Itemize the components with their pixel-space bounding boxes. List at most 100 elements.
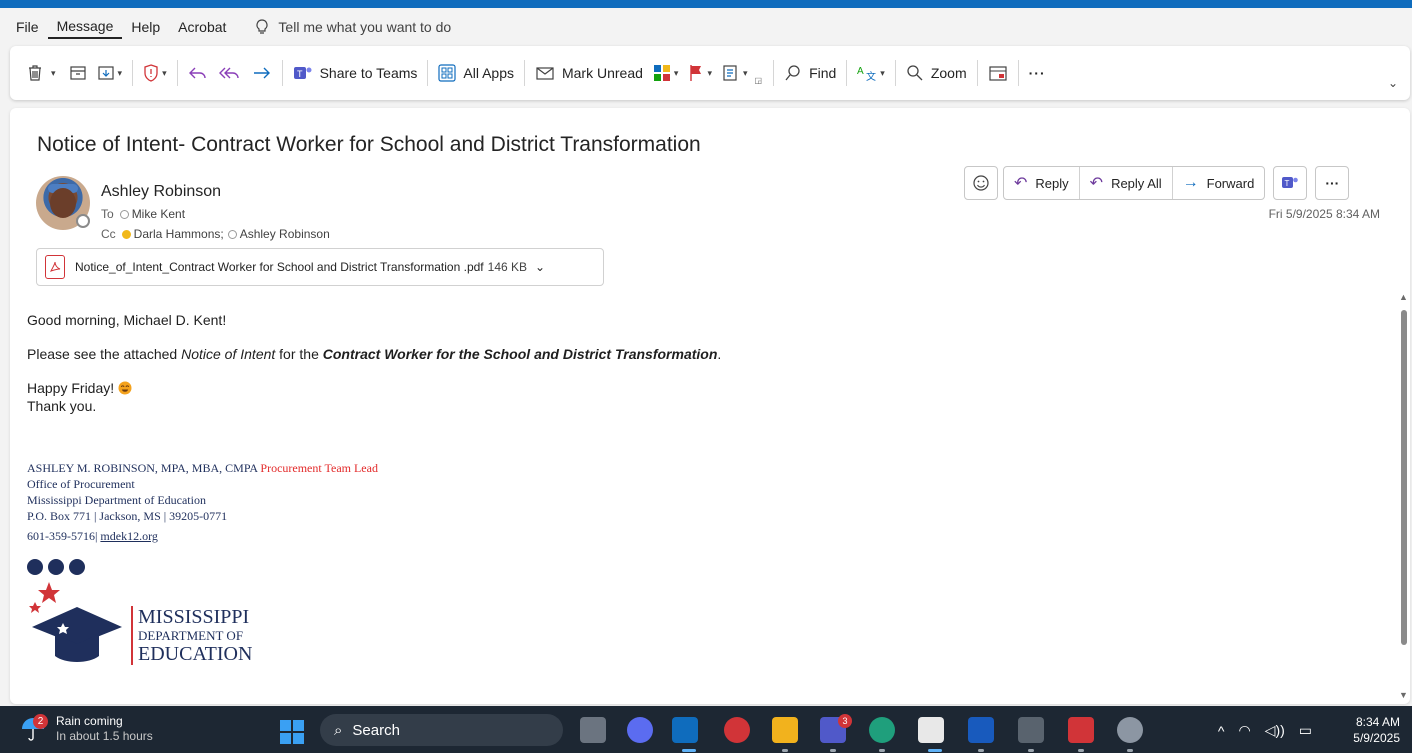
move-button[interactable]: ▾ xyxy=(92,56,128,90)
forward-ribbon-button[interactable] xyxy=(247,56,277,90)
active-indicator xyxy=(682,749,696,752)
more-options-button[interactable]: ··· xyxy=(1024,56,1051,90)
word-icon[interactable] xyxy=(968,717,994,743)
ribbon-separator xyxy=(976,60,978,86)
reply-button[interactable]: ↶ Reply xyxy=(1004,167,1080,199)
apps-grid-icon xyxy=(438,64,456,82)
scroll-down-icon[interactable]: ▼ xyxy=(1399,690,1408,700)
share-to-teams-button[interactable]: T Share to Teams xyxy=(288,56,423,90)
weather-badge: 2 xyxy=(33,714,48,729)
lightbulb-icon xyxy=(256,19,268,34)
sender-name[interactable]: Ashley Robinson xyxy=(101,183,221,201)
pdf-icon xyxy=(45,255,65,279)
presence-icon xyxy=(227,229,237,239)
active-indicator xyxy=(928,749,942,752)
reply-all-icon: ↶ xyxy=(1089,175,1104,192)
react-emoji-button[interactable] xyxy=(964,166,998,200)
delete-dropdown-caret[interactable]: ▾ xyxy=(51,68,56,79)
taskbar-search[interactable]: ⌕ Search xyxy=(320,714,563,746)
reply-ribbon-button[interactable] xyxy=(183,56,213,90)
categorize-icon xyxy=(653,65,670,81)
website-link[interactable]: mdek12.org xyxy=(100,529,157,543)
svg-text:T: T xyxy=(297,69,303,79)
weather-widget[interactable]: 2 Rain coming In about 1.5 hours xyxy=(20,714,153,744)
reply-all-button[interactable]: ↶ Reply All xyxy=(1080,167,1173,199)
acrobat-icon[interactable] xyxy=(1068,717,1094,743)
app-icon[interactable] xyxy=(724,717,750,743)
snipping-tool-icon[interactable] xyxy=(918,717,944,743)
reply-all-ribbon-button[interactable] xyxy=(213,56,247,90)
recipient-cc[interactable]: Ashley Robinson xyxy=(240,227,330,241)
wifi-icon[interactable]: ◠ xyxy=(1238,722,1250,739)
taskbar-clock[interactable]: 8:34 AM 5/9/2025 xyxy=(1353,714,1400,746)
calendar-icon xyxy=(989,66,1007,81)
menu-acrobat[interactable]: Acrobat xyxy=(169,15,235,39)
presence-away-icon xyxy=(121,229,131,239)
vertical-scrollbar[interactable]: ▲ ▼ xyxy=(1398,292,1410,704)
ribbon-separator xyxy=(281,60,283,86)
ribbon-toolbar: ▾ ▾ ▾ T Share to Teams All Apps Mark Unr… xyxy=(10,46,1410,100)
scrollbar-thumb[interactable] xyxy=(1401,310,1407,645)
ribbon-separator xyxy=(523,60,525,86)
envelope-icon xyxy=(536,67,554,80)
translate-button[interactable]: A文 ▾ xyxy=(852,56,890,90)
edge-icon[interactable] xyxy=(869,717,895,743)
calculator-icon[interactable] xyxy=(1018,717,1044,743)
zoom-button[interactable]: Zoom xyxy=(901,56,972,90)
find-label: Find xyxy=(809,65,837,81)
share-to-teams-label: Share to Teams xyxy=(319,65,418,81)
delete-button[interactable] xyxy=(22,56,48,90)
menu-message[interactable]: Message xyxy=(47,15,123,39)
forward-icon xyxy=(253,67,270,79)
smiley-icon xyxy=(973,175,989,191)
svg-text:A: A xyxy=(857,66,864,77)
menu-help[interactable]: Help xyxy=(122,15,169,39)
all-apps-button[interactable]: All Apps xyxy=(433,56,519,90)
message-subject: Notice of Intent- Contract Worker for Sc… xyxy=(37,133,701,156)
clock-time: 8:34 AM xyxy=(1355,715,1400,729)
archive-button[interactable] xyxy=(64,56,92,90)
scroll-up-icon[interactable]: ▲ xyxy=(1399,292,1408,302)
chevron-down-icon[interactable]: ⌄ xyxy=(535,260,545,274)
mark-unread-button[interactable]: Mark Unread xyxy=(530,56,648,90)
report-button[interactable]: ▾ xyxy=(138,56,172,90)
move-folder-icon xyxy=(97,66,114,80)
ribbon-separator xyxy=(427,60,429,86)
ribbon-separator xyxy=(176,60,178,86)
menu-file[interactable]: File xyxy=(0,15,48,39)
teams-badge: 3 xyxy=(838,714,852,728)
youtube-icon[interactable] xyxy=(69,559,85,575)
settings-gear-icon[interactable] xyxy=(1117,717,1143,743)
flag-icon xyxy=(690,65,702,81)
reply-icon: ↶ xyxy=(1014,175,1028,192)
zoom-label: Zoom xyxy=(930,65,967,81)
start-button[interactable] xyxy=(280,720,304,744)
recipient-cc[interactable]: Darla Hammons; xyxy=(134,227,224,241)
facebook-icon[interactable] xyxy=(27,559,43,575)
volume-icon[interactable]: ◁)) xyxy=(1265,722,1285,739)
find-button[interactable]: Find xyxy=(779,56,841,90)
file-explorer-icon[interactable] xyxy=(772,717,798,743)
taskbar: 2 Rain coming In about 1.5 hours ⌕ Searc… xyxy=(0,706,1412,753)
rules-icon xyxy=(723,65,737,81)
chevron-up-icon[interactable]: ^ xyxy=(1218,723,1225,739)
tell-me-box[interactable]: Tell me what you want to do xyxy=(255,19,451,35)
message-actions: ↶ Reply ↶ Reply All → Forward T ··· xyxy=(964,166,1350,200)
recipient-to[interactable]: Mike Kent xyxy=(132,207,185,221)
battery-icon[interactable]: ▭ xyxy=(1299,722,1312,739)
more-actions-button[interactable]: ··· xyxy=(1315,166,1350,200)
twitter-icon[interactable] xyxy=(48,559,64,575)
flag-button[interactable]: ▾ xyxy=(683,56,717,90)
calendar-view-button[interactable] xyxy=(983,56,1013,90)
chevron-down-icon[interactable]: ⌄ xyxy=(1388,76,1398,90)
teams-share-button[interactable]: T xyxy=(1273,166,1308,200)
categorize-button[interactable]: ▾ xyxy=(648,56,684,90)
attachment-card[interactable]: Notice_of_Intent_Contract Worker for Sch… xyxy=(36,248,604,286)
forward-button[interactable]: → Forward xyxy=(1173,167,1265,199)
dialog-launcher-icon[interactable]: ◲ xyxy=(755,76,763,85)
task-view-icon[interactable] xyxy=(580,717,606,743)
rules-button[interactable]: ▾ xyxy=(717,56,753,90)
active-indicator xyxy=(1127,749,1133,752)
outlook-icon[interactable] xyxy=(672,717,698,743)
copilot-icon[interactable] xyxy=(627,717,653,743)
